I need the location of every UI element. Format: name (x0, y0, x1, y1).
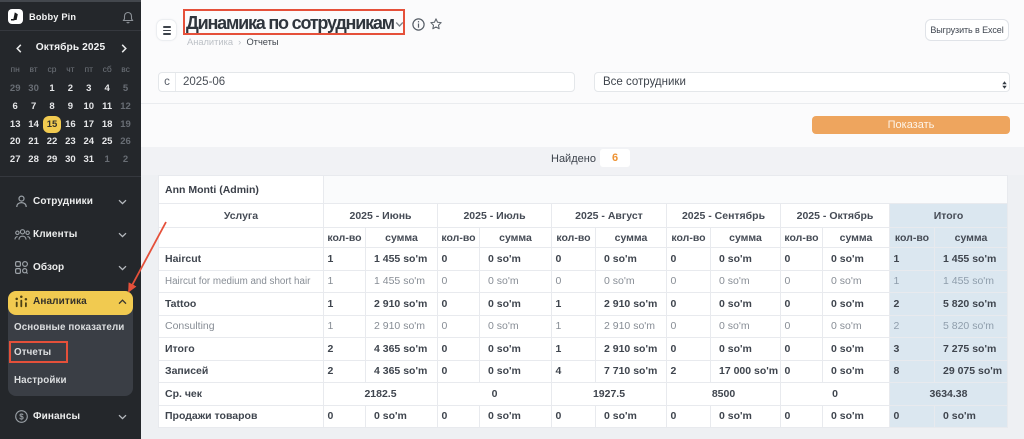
svg-text:$: $ (19, 412, 24, 421)
